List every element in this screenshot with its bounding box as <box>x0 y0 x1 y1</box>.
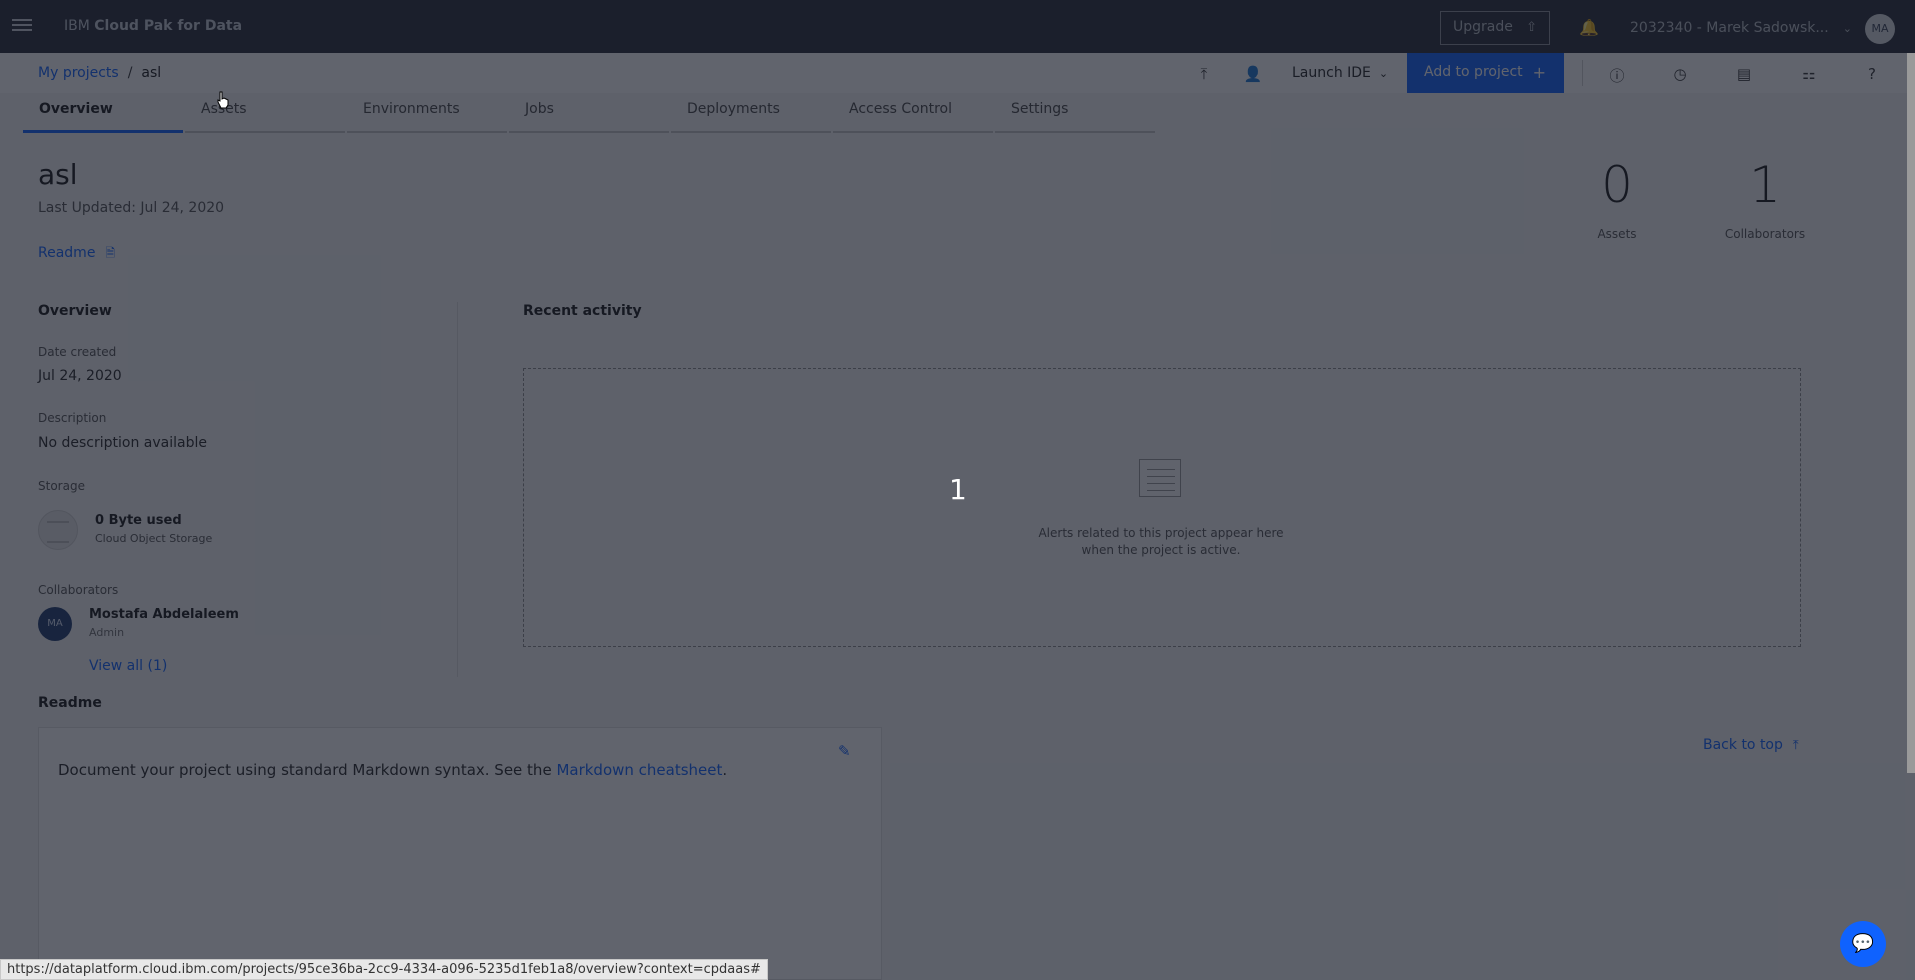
collaborator-name: Mostafa Abdelaleem <box>89 607 239 622</box>
launch-ide-label: Launch IDE <box>1292 65 1371 81</box>
notifications-bell-icon[interactable]: 🔔 <box>1579 18 1599 38</box>
breadcrumb-separator: / <box>127 65 133 81</box>
brand-prefix: IBM <box>64 18 90 34</box>
storage-icon <box>38 510 78 550</box>
project-toolbar: My projects / asl ⤒ 👤 Launch IDE ⌄ ⓘ ◷ ▤ ⚏ … <box>0 53 1915 93</box>
description-label: Description <box>38 411 107 425</box>
last-updated: Last Updated: Jul 24, 2020 <box>38 200 225 216</box>
description-value: No description available <box>38 435 207 451</box>
collaborators-label: Collaborators <box>1724 227 1806 241</box>
chat-icon[interactable]: 💬 <box>1840 921 1886 967</box>
history-icon[interactable]: ◷ <box>1670 65 1690 85</box>
collaborator-avatar: MA <box>38 607 72 641</box>
info-icon[interactable]: ⓘ <box>1607 65 1627 85</box>
tab-access-control[interactable]: Access Control <box>833 93 993 133</box>
collaborator-role: Admin <box>89 626 125 639</box>
date-created-label: Date created <box>38 345 117 359</box>
overview-heading: Overview <box>38 303 112 319</box>
collaborators-stat: 1 Collaborators <box>1705 155 1825 241</box>
date-created-value: Jul 24, 2020 <box>38 368 122 384</box>
assets-icon[interactable]: ⚏ <box>1799 65 1819 85</box>
readme-heading: Readme <box>38 695 102 711</box>
readme-body: Document your project using standard Mar… <box>58 761 727 779</box>
markdown-cheatsheet-link[interactable]: Markdown cheatsheet <box>556 761 722 779</box>
back-to-top-link[interactable]: Back to top ⤒ <box>1703 737 1799 753</box>
tab-overview[interactable]: Overview <box>23 93 183 133</box>
add-to-project-label: Add to project <box>1424 64 1523 80</box>
brand-title[interactable]: IBM Cloud Pak for Data <box>64 18 242 34</box>
assets-label: Assets <box>1597 227 1637 241</box>
page-title: asl <box>38 158 78 191</box>
hamburger-menu-icon[interactable] <box>12 16 32 36</box>
empty-activity-illustration-icon <box>1135 455 1185 501</box>
readme-text-after: . <box>722 761 728 779</box>
chevron-down-icon: ⌄ <box>1842 22 1852 35</box>
assets-stat: 0 Assets <box>1557 155 1677 241</box>
readme-link-label: Readme <box>38 245 96 261</box>
storage-provider: Cloud Object Storage <box>95 532 213 545</box>
user-avatar[interactable]: MA <box>1865 14 1895 44</box>
top-header: IBM Cloud Pak for Data Upgrade ⇧ 🔔 20323… <box>0 0 1915 53</box>
tab-assets[interactable]: Assets <box>185 93 345 133</box>
readme-text-before: Document your project using standard Mar… <box>58 761 557 779</box>
account-label: 2032340 - Marek Sadowsk... <box>1630 20 1829 36</box>
back-to-top-label: Back to top <box>1703 737 1783 753</box>
assets-count: 0 <box>1601 156 1633 214</box>
document-icon: 🗎 <box>105 246 116 260</box>
breadcrumb: My projects / asl <box>38 65 161 81</box>
tab-jobs[interactable]: Jobs <box>509 93 669 133</box>
tab-deployments[interactable]: Deployments <box>671 93 831 133</box>
view-all-collaborators-link[interactable]: View all (1) <box>89 658 167 674</box>
brand-name: Cloud Pak for Data <box>94 18 243 34</box>
edit-pencil-icon[interactable]: ✎ <box>838 742 851 760</box>
plus-icon: + <box>1532 63 1546 82</box>
mouse-pointer-icon <box>217 91 229 109</box>
project-tabs: Overview Assets Environments Jobs Deploy… <box>23 93 1155 133</box>
breadcrumb-my-projects[interactable]: My projects <box>38 65 119 81</box>
toolbar-divider <box>1582 60 1583 86</box>
notes-icon[interactable]: ▤ <box>1734 65 1754 85</box>
account-switcher[interactable]: 2032340 - Marek Sadowsk... ⌄ <box>1630 20 1852 36</box>
empty-activity-text: Alerts related to this project appear he… <box>1000 525 1322 559</box>
help-icon[interactable]: ? <box>1862 65 1882 85</box>
empty-activity-line-1: Alerts related to this project appear he… <box>1038 526 1284 540</box>
upgrade-button[interactable]: Upgrade ⇧ <box>1440 11 1550 45</box>
collaborators-section-label: Collaborators <box>38 583 119 597</box>
upgrade-arrow-icon: ⇧ <box>1526 20 1537 35</box>
column-divider <box>457 302 458 677</box>
recent-activity-heading: Recent activity <box>523 303 642 319</box>
launch-ide-dropdown[interactable]: Launch IDE ⌄ <box>1292 65 1388 81</box>
upload-icon[interactable]: ⤒ <box>1194 65 1214 85</box>
empty-activity-line-2: when the project is active. <box>1081 543 1241 557</box>
upgrade-label: Upgrade <box>1453 19 1513 35</box>
recent-activity-panel <box>523 368 1801 647</box>
status-bar-url: https://dataplatform.cloud.ibm.com/proje… <box>0 959 768 980</box>
tab-settings[interactable]: Settings <box>995 93 1155 133</box>
tab-environments[interactable]: Environments <box>347 93 507 133</box>
add-to-project-button[interactable]: Add to project + <box>1407 53 1564 93</box>
readme-link[interactable]: Readme 🗎 <box>38 244 115 265</box>
scrollbar[interactable] <box>1907 53 1915 773</box>
breadcrumb-current: asl <box>141 65 162 81</box>
add-collaborator-icon[interactable]: 👤 <box>1243 65 1263 85</box>
overlay-step-number: 1 <box>949 473 967 506</box>
arrow-up-icon: ⤒ <box>1792 738 1799 753</box>
storage-used: 0 Byte used <box>95 513 182 528</box>
collaborators-count: 1 <box>1749 156 1781 214</box>
storage-label: Storage <box>38 479 85 493</box>
chevron-down-icon: ⌄ <box>1378 67 1389 80</box>
